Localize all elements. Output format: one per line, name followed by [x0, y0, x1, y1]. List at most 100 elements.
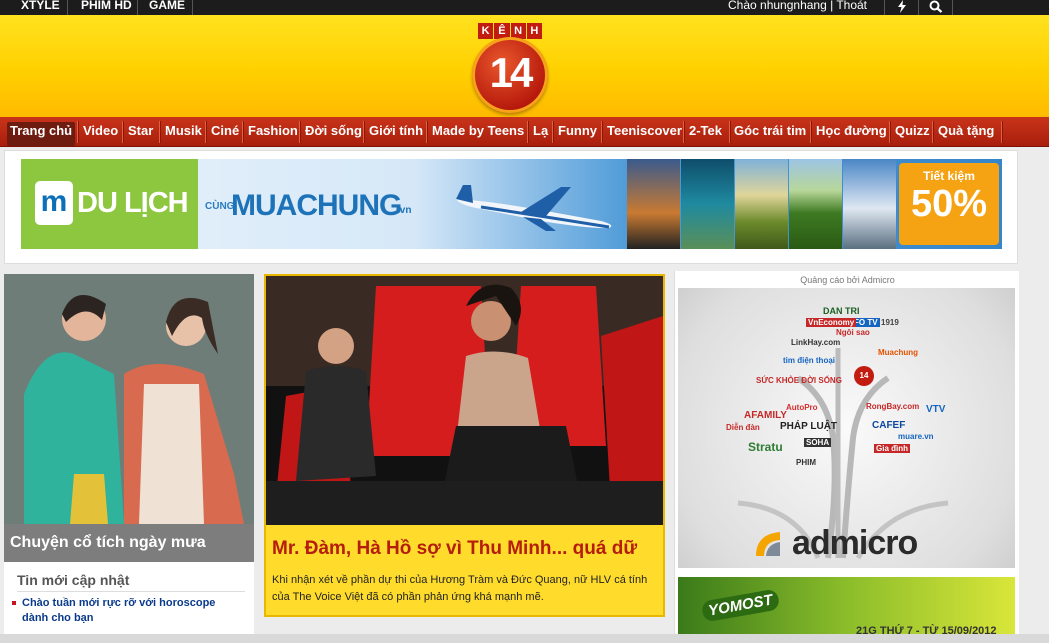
nav-divider [426, 121, 427, 143]
nav-divider [363, 121, 364, 143]
nav-item-musik[interactable]: Musik [162, 122, 205, 146]
brand-muachung: Muachung [878, 348, 918, 357]
banner-dulich-panel: m DU LỊCH [21, 159, 198, 249]
airplane-icon [456, 185, 612, 231]
nav-item-qua-tang[interactable]: Quà tặng [935, 122, 997, 146]
nav-divider [122, 121, 123, 143]
nav-item-goc-trai-tim[interactable]: Góc trái tim [731, 122, 809, 146]
nav-item-2-tek[interactable]: 2-Tek [686, 122, 725, 146]
nav-item-cine[interactable]: Ciné [208, 122, 242, 146]
brand-dantri: DAN TRI [823, 306, 860, 316]
banner-dulich-text: DU LỊCH [77, 187, 189, 219]
site-header: K Ê N H 14 [0, 15, 1049, 117]
nav-divider [932, 121, 933, 143]
topbar-separator [137, 0, 138, 15]
nav-divider [205, 121, 206, 143]
brand-suckhoedoisong: SỨC KHỎE ĐỜI SỐNG [756, 376, 842, 385]
discount-badge-value: 50% [910, 183, 988, 225]
topbar-separator [884, 0, 885, 15]
admicro-wordmark: admicro [792, 524, 918, 562]
brand-stratu: Stratu [748, 440, 783, 454]
brand-giadinh: Gia đình [874, 444, 910, 453]
brand-linkhay: LinkHay.com [791, 338, 841, 347]
nav-item-gioi-tinh[interactable]: Giới tính [366, 122, 426, 146]
featured-description: Khi nhận xét về phần dự thi của Hương Tr… [272, 574, 648, 603]
nav-divider [159, 121, 160, 143]
topbar-separator [952, 0, 953, 15]
nav-item-trang-chu[interactable]: Trang chủ [7, 122, 76, 146]
brand-phim: PHIM [796, 458, 816, 467]
logo-letter: K [478, 23, 494, 39]
discount-badge-label: Tiết kiệm [923, 169, 975, 183]
logo-letter: H [526, 23, 542, 39]
admicro-ad[interactable]: DAN TRI INFO TV 1919 VnEconomy Ngôi sao … [678, 288, 1015, 568]
nav-divider [552, 121, 553, 143]
brand-timdienthoai: tim điện thoại [783, 356, 835, 365]
admicro-logo-icon [756, 532, 780, 556]
featured-headline[interactable]: Mr. Đàm, Hà Hồ sợ vì Thu Minh... quá dữ [272, 538, 637, 560]
nav-item-video[interactable]: Video [80, 122, 121, 146]
banner-photo-city [627, 159, 680, 249]
featured-photo[interactable] [266, 276, 663, 525]
nav-divider [729, 121, 730, 143]
nav-item-funny[interactable]: Funny [555, 122, 600, 146]
top-bar: XTYLE PHIM HD GAME Chào nhungnhang | Tho… [0, 0, 1049, 15]
kenh14-logo[interactable]: K Ê N H 14 [470, 23, 550, 115]
featured-story: Mr. Đàm, Hà Hồ sợ vì Thu Minh... quá dữ … [264, 274, 665, 617]
nav-item-quizz[interactable]: Quizz [892, 122, 933, 146]
nav-divider [242, 121, 243, 143]
brand-diendan: Diễn đàn [726, 423, 760, 432]
admicro-logo: admicro [752, 524, 952, 562]
yomost-logo: YOMOST [700, 588, 781, 623]
latest-news-heading: Tin mới cập nhật [17, 572, 130, 588]
banner-container: m DU LỊCH CÙNG MUACHUNG .vn Tiết kiệm 50… [4, 150, 1018, 264]
nav-divider [889, 121, 890, 143]
topbar-link-xtyle[interactable]: XTYLE [21, 0, 60, 14]
topbar-link-phim-hd[interactable]: PHIM HD [81, 0, 132, 14]
couple-photo-illustration [4, 274, 254, 524]
brand-rongbay: RongBay.com [866, 402, 920, 411]
brand-cafef: CAFEF [872, 420, 906, 431]
story-caption[interactable]: Chuyện cổ tích ngày mưa [4, 524, 254, 562]
main-nav: Trang chủ Video Star Musik Ciné Fashion … [0, 117, 1049, 147]
nav-item-doi-song[interactable]: Đời sống [302, 122, 365, 146]
nav-item-teeniscover[interactable]: Teeniscover [604, 122, 685, 146]
banner-muachung-text: MUACHUNG [231, 189, 402, 222]
story-photo[interactable] [4, 274, 254, 524]
news-list-item[interactable]: Chào tuần mới rực rỡ với horoscope dành … [12, 596, 244, 626]
brand-muare: muare.vn [898, 432, 934, 441]
topbar-separator [192, 0, 193, 15]
brand-autopro: AutoPro [786, 403, 818, 412]
lightning-icon[interactable] [886, 0, 918, 15]
taskbar-strip [0, 634, 1049, 643]
topbar-separator [67, 0, 68, 15]
search-icon[interactable] [920, 0, 952, 15]
banner-photo-hills [735, 159, 788, 249]
logo-number: 14 [472, 37, 548, 113]
brand-vneconomy: VnEconomy [806, 318, 857, 327]
nav-item-la[interactable]: Lạ [530, 122, 551, 146]
nav-divider [810, 121, 811, 143]
topbar-separator [918, 0, 919, 15]
bullet-icon [12, 601, 16, 605]
nav-item-made-by-teens[interactable]: Made by Teens [429, 122, 527, 146]
nav-divider [1001, 121, 1002, 143]
brand-phapluat: PHÁP LUẬT [780, 421, 838, 432]
brand-soha: SOHA [804, 438, 832, 447]
news-divider [17, 591, 245, 592]
nav-item-star[interactable]: Star [125, 122, 156, 146]
muachung-banner-ad[interactable]: m DU LỊCH CÙNG MUACHUNG .vn Tiết kiệm 50… [21, 159, 1002, 249]
banner-photo-mountain [843, 159, 896, 249]
topbar-link-game[interactable]: GAME [149, 0, 185, 14]
nav-divider [601, 121, 602, 143]
nav-item-fashion[interactable]: Fashion [245, 122, 301, 146]
user-greeting[interactable]: Chào nhungnhang | Thoát [728, 0, 867, 11]
nav-item-hoc-duong[interactable]: Học đường [813, 122, 890, 146]
nav-divider [683, 121, 684, 143]
right-column: Quảng cáo bởi Admicro DAN TRI INFO TV 19… [674, 271, 1019, 643]
news-item-link[interactable]: Chào tuần mới rực rỡ với horoscope dành … [22, 597, 215, 624]
banner-photo-vineyard [789, 159, 842, 249]
brand-afamily: AFAMILY [744, 410, 787, 421]
muachung-logo-icon: m [35, 181, 73, 225]
ad-label: Quảng cáo bởi Admicro [800, 275, 895, 285]
